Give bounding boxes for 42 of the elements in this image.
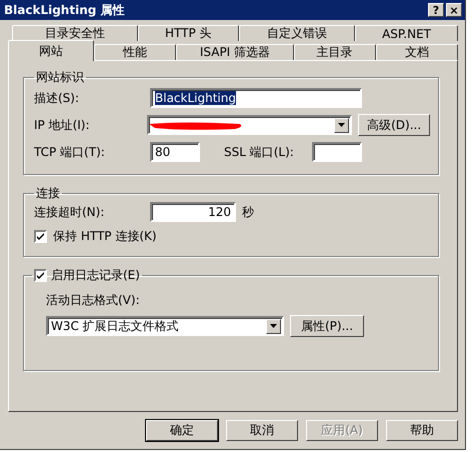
- advanced-button[interactable]: 高级(D)...: [358, 114, 430, 136]
- tab[interactable]: 文档: [376, 44, 458, 60]
- tab[interactable]: 主目录: [294, 44, 376, 60]
- field-label: 活动日志格式(V):: [46, 292, 141, 309]
- tab[interactable]: HTTP 头: [138, 25, 239, 41]
- group-title: 网站标识: [35, 69, 85, 86]
- unit-label: 秒: [242, 204, 254, 220]
- description-field[interactable]: BlackLighting: [150, 88, 362, 108]
- dropdown-button[interactable]: [334, 118, 350, 132]
- tcp-port-field[interactable]: 80: [150, 142, 200, 162]
- field-label: 连接超时(N):: [34, 204, 106, 220]
- field-label: TCP 端口(T):: [34, 144, 106, 160]
- dialog-button[interactable]: 取消: [226, 420, 298, 441]
- checkbox[interactable]: [34, 230, 47, 243]
- tab[interactable]: 目录安全性: [12, 25, 138, 41]
- ip-address-dropdown[interactable]: [146, 115, 352, 135]
- help-button[interactable]: ?: [428, 3, 444, 17]
- field-label: 描述(S):: [34, 90, 80, 106]
- caret-icon: [338, 123, 346, 127]
- checkbox[interactable]: [34, 269, 47, 282]
- log-format-dropdown[interactable]: W3C 扩展日志文件格式: [46, 316, 284, 336]
- window-title: BlackLighting 属性: [4, 2, 126, 18]
- properties-button[interactable]: 属性(P)...: [290, 315, 364, 337]
- tab[interactable]: ISAPI 筛选器: [176, 44, 294, 60]
- field-label: IP 地址(I):: [34, 116, 91, 134]
- dialog-button[interactable]: 帮助: [386, 420, 458, 441]
- field-label: SSL 端口(L):: [224, 144, 295, 160]
- timeout-field[interactable]: 120: [150, 202, 236, 222]
- dialog-button[interactable]: 确定: [146, 420, 218, 441]
- tab[interactable]: 网站: [8, 40, 94, 61]
- tab[interactable]: 性能: [94, 44, 176, 60]
- tab[interactable]: ASP.NET: [355, 25, 458, 41]
- checkbox-label: 保持 HTTP 连接(K): [53, 228, 157, 245]
- caret-icon: [270, 324, 277, 328]
- tab[interactable]: 自定义错误: [238, 25, 356, 41]
- close-button[interactable]: ×: [446, 3, 462, 17]
- dropdown-button[interactable]: [266, 318, 281, 334]
- checkbox-label: 启用日志记录(E): [51, 267, 140, 284]
- checkmark-icon: [36, 232, 45, 241]
- checkmark-icon: [36, 271, 45, 280]
- ssl-port-field[interactable]: [312, 142, 362, 162]
- group-title: 连接: [35, 185, 61, 202]
